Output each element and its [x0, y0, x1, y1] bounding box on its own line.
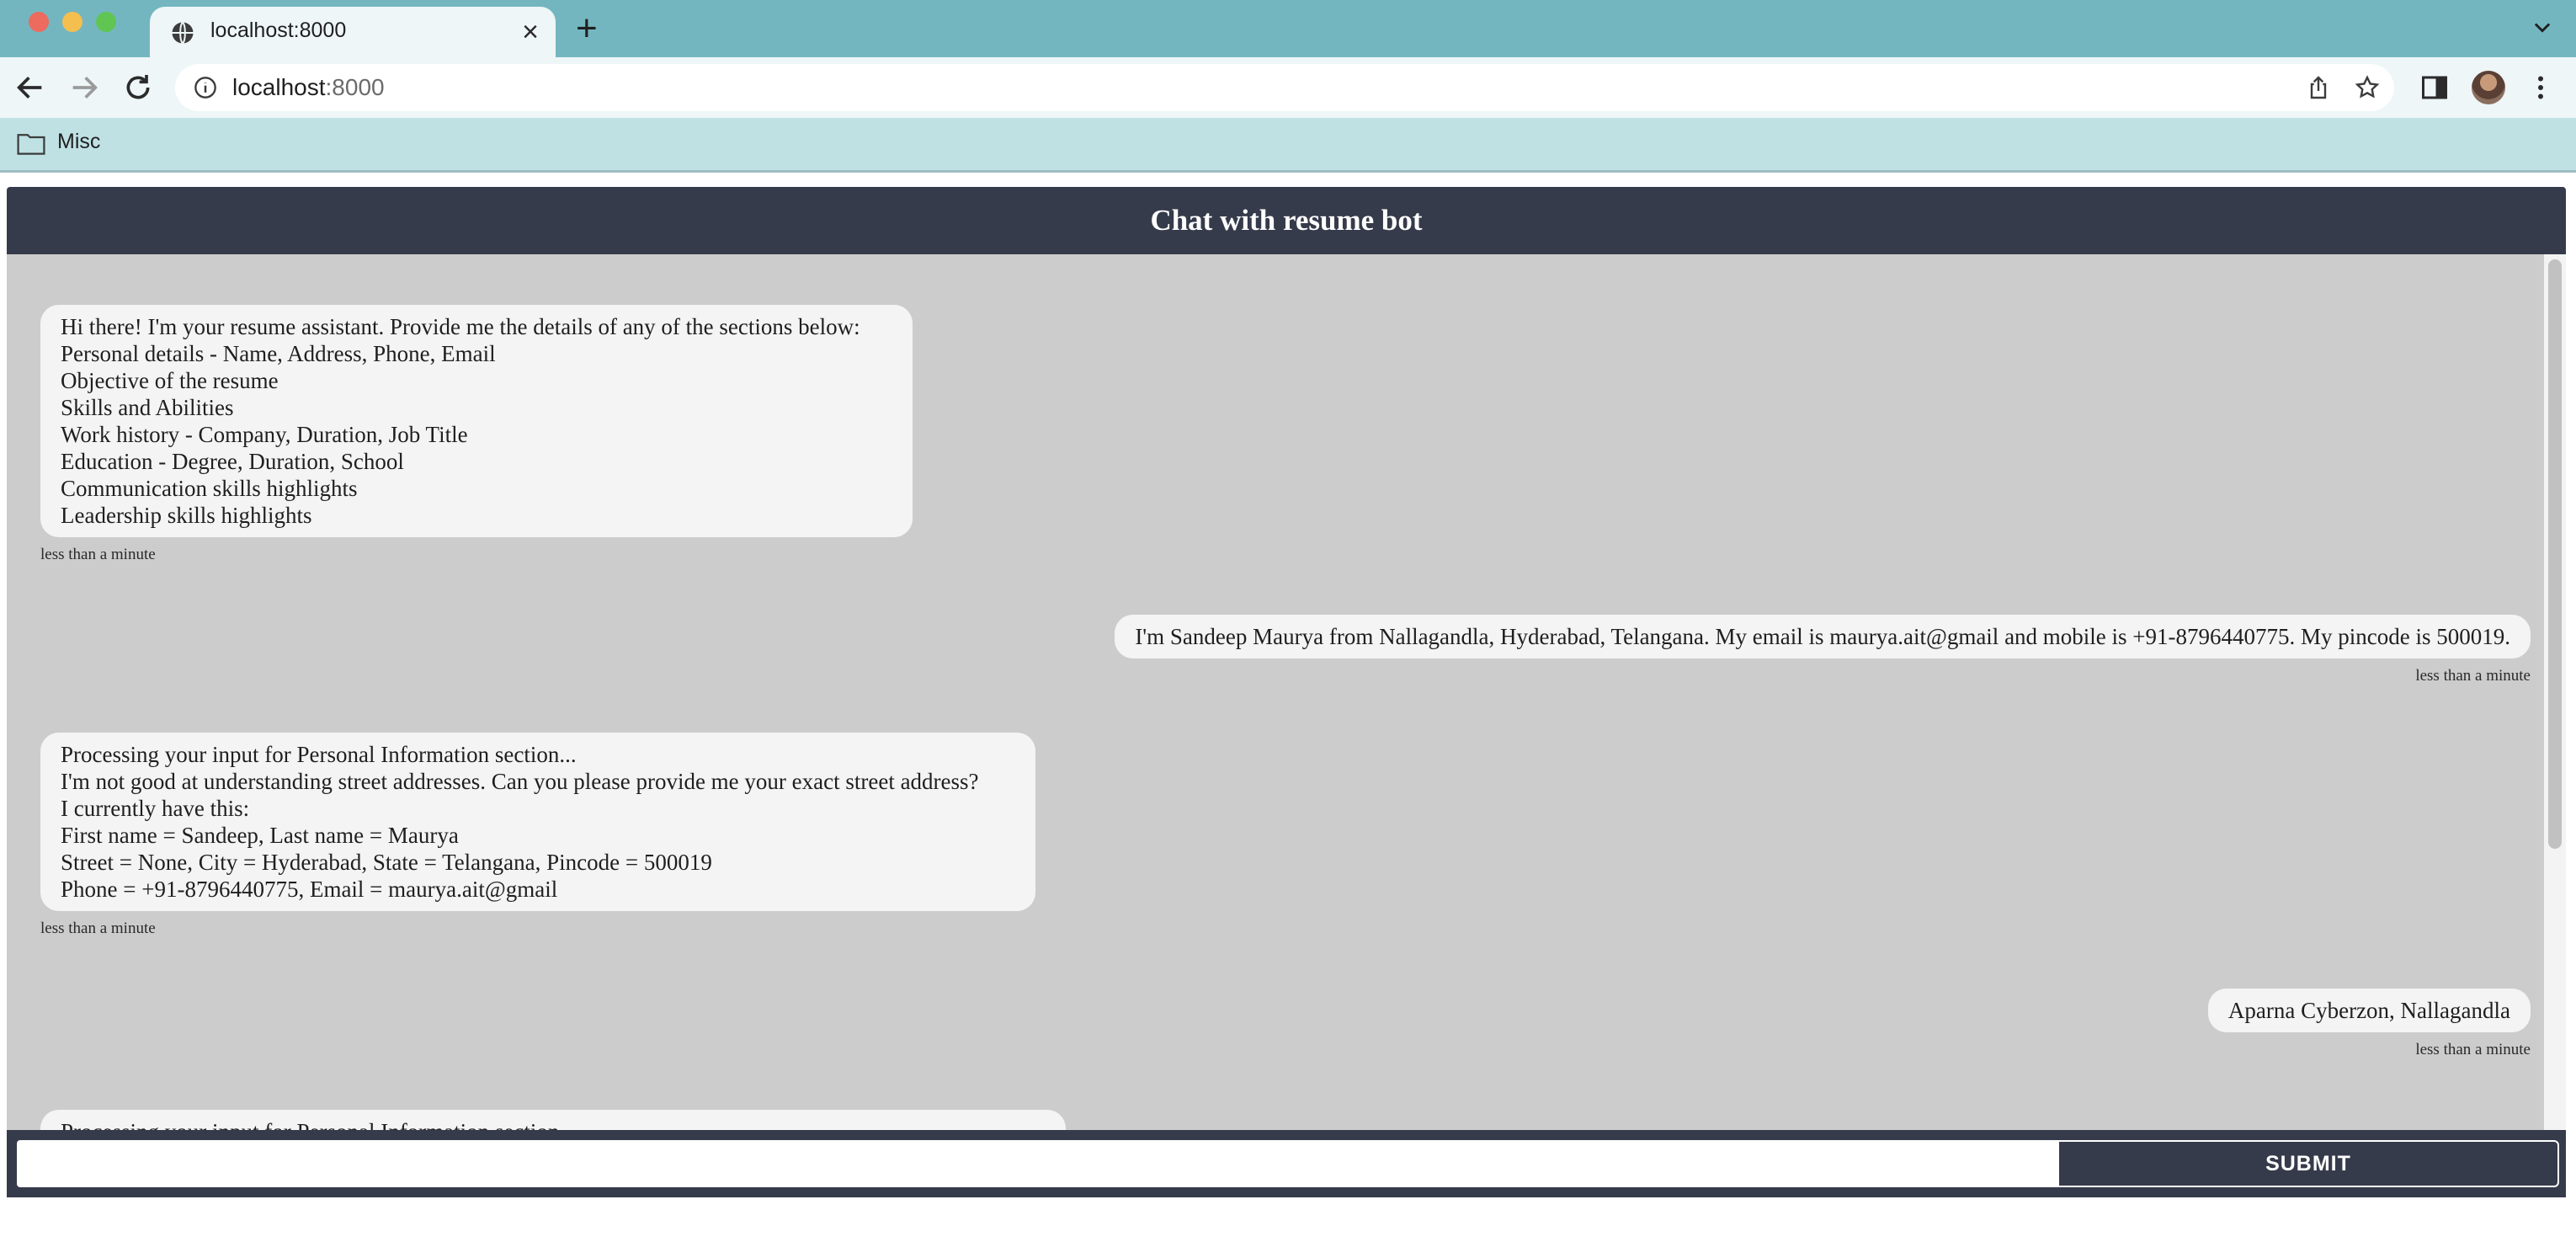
message-line: Processing your input for Personal Infor… — [61, 1118, 1046, 1130]
message-line: I'm Sandeep Maurya from Nallagandla, Hyd… — [1135, 624, 2510, 649]
url-text[interactable]: localhost:8000 — [232, 74, 385, 101]
bot-message: Processing your input for Personal Infor… — [40, 1110, 1066, 1130]
page-title: Chat with resume bot — [1150, 204, 1423, 237]
globe-icon — [172, 21, 194, 45]
message-timestamp: less than a minute — [40, 546, 156, 563]
message-line: Education - Degree, Duration, School — [61, 449, 404, 474]
user-message: I'm Sandeep Maurya from Nallagandla, Hyd… — [1115, 615, 2531, 658]
message-line: Personal details - Name, Address, Phone,… — [61, 341, 496, 366]
side-panel-icon[interactable] — [2419, 72, 2450, 103]
folder-icon — [17, 134, 45, 155]
url-port: :8000 — [325, 74, 385, 100]
chevron-down-icon[interactable] — [2531, 15, 2554, 39]
bookmarks-bar: Misc — [0, 118, 2576, 170]
browser-tab[interactable]: localhost:8000 × — [150, 7, 556, 57]
close-window-button[interactable] — [29, 12, 49, 32]
submit-button[interactable]: SUBMIT — [2057, 1140, 2559, 1187]
message-line: Hi there! I'm your resume assistant. Pro… — [61, 314, 860, 339]
message-timestamp: less than a minute — [40, 920, 156, 937]
scrollbar-thumb[interactable] — [2548, 259, 2562, 849]
bookmark-star-icon[interactable] — [2354, 74, 2381, 101]
message-line: Phone = +91-8796440775, Email = maurya.a… — [61, 877, 558, 902]
bookmark-misc[interactable]: Misc — [57, 130, 100, 154]
message-line: Objective of the resume — [61, 368, 279, 393]
message-line: Skills and Abilities — [61, 395, 234, 420]
share-icon[interactable] — [2305, 74, 2332, 101]
message-line: Processing your input for Personal Infor… — [61, 742, 577, 767]
reload-icon[interactable] — [121, 71, 155, 104]
address-bar[interactable]: localhost:8000 — [175, 64, 2394, 111]
message-timestamp: less than a minute — [2415, 1041, 2531, 1058]
message-timestamp: less than a minute — [2415, 667, 2531, 685]
back-arrow-icon[interactable] — [13, 71, 47, 104]
user-message: Aparna Cyberzon, Nallagandla — [2207, 989, 2531, 1032]
browser-toolbar: localhost:8000 — [0, 57, 2576, 118]
tab-title: localhost:8000 — [210, 19, 347, 42]
profile-avatar[interactable] — [2472, 71, 2505, 104]
message-composer: SUBMIT — [7, 1130, 2566, 1197]
new-tab-button[interactable]: + — [576, 10, 598, 47]
tab-strip: localhost:8000 × + — [0, 0, 2576, 57]
message-line: I currently have this: — [61, 796, 250, 821]
bot-message: Hi there! I'm your resume assistant. Pro… — [40, 305, 913, 537]
message-input[interactable] — [17, 1140, 2057, 1187]
message-line: Street = None, City = Hyderabad, State =… — [61, 850, 712, 875]
maximize-window-button[interactable] — [96, 12, 116, 32]
minimize-window-button[interactable] — [62, 12, 82, 32]
message-line: I'm not good at understanding street add… — [61, 769, 979, 794]
chat-scrollbar[interactable] — [2544, 254, 2566, 1130]
bot-message: Processing your input for Personal Infor… — [40, 733, 1035, 911]
info-icon[interactable] — [194, 76, 217, 99]
message-line: Work history - Company, Duration, Job Ti… — [61, 422, 468, 447]
kebab-menu-icon[interactable] — [2525, 72, 2556, 103]
message-line: Aparna Cyberzon, Nallagandla — [2227, 998, 2510, 1023]
chat-header: Chat with resume bot — [7, 187, 2566, 254]
message-line: Communication skills highlights — [61, 476, 358, 501]
divider — [0, 170, 2576, 173]
close-tab-icon[interactable]: × — [522, 15, 539, 49]
message-line: First name = Sandeep, Last name = Maurya — [61, 823, 459, 848]
message-line: Leadership skills highlights — [61, 503, 312, 528]
chat-messages[interactable]: Hi there! I'm your resume assistant. Pro… — [7, 254, 2566, 1130]
forward-arrow-icon[interactable] — [67, 71, 101, 104]
url-host: localhost — [232, 74, 326, 100]
